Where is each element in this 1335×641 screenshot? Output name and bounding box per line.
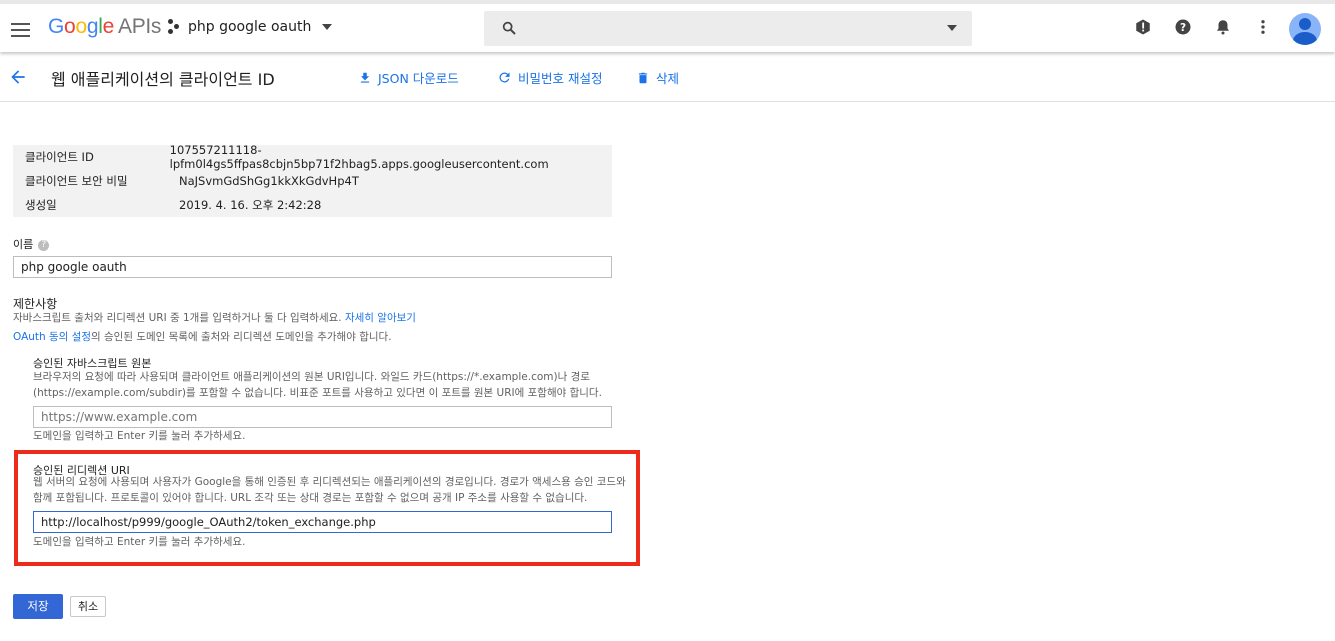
js-origins-hint: 도메인을 입력하고 Enter 키를 눌러 추가하세요. bbox=[33, 430, 246, 442]
info-label: 클라이언트 ID bbox=[25, 150, 94, 164]
more-vert-icon[interactable] bbox=[1254, 18, 1272, 36]
created-value: 2019. 4. 16. 오후 2:42:28 bbox=[179, 198, 322, 212]
oauth-consent-link[interactable]: OAuth 동의 설정 bbox=[13, 331, 91, 343]
feedback-icon[interactable] bbox=[1134, 18, 1152, 36]
name-label-row: 이름? bbox=[13, 236, 50, 252]
info-label: 클라이언트 보안 비밀 bbox=[25, 174, 128, 188]
restrictions-desc: 자바스크립트 출처와 리디렉션 URI 중 1개를 입력하거나 둘 다 입력하세… bbox=[13, 310, 416, 327]
svg-text:?: ? bbox=[1180, 22, 1186, 34]
learn-more-link[interactable]: 자세히 알아보기 bbox=[345, 312, 416, 324]
project-icon bbox=[168, 19, 182, 35]
redirect-hint: 도메인을 입력하고 Enter 키를 눌러 추가하세요. bbox=[33, 536, 246, 548]
delete-label: 삭제 bbox=[656, 71, 680, 86]
chevron-down-icon bbox=[322, 24, 333, 30]
reset-secret-button[interactable]: 비밀번호 재설정 bbox=[497, 68, 602, 87]
search-dropdown-icon[interactable] bbox=[947, 25, 957, 31]
notifications-icon[interactable] bbox=[1214, 18, 1232, 36]
menu-icon[interactable] bbox=[11, 23, 30, 41]
name-input[interactable]: php google oauth bbox=[13, 256, 612, 278]
created-row: 생성일 2019. 4. 16. 오후 2:42:28 bbox=[13, 193, 612, 217]
cancel-button[interactable]: 취소 bbox=[70, 596, 106, 617]
restrictions-desc-text: 자바스크립트 출처와 리디렉션 URI 중 1개를 입력하거나 둘 다 입력하세… bbox=[13, 312, 342, 324]
download-json-label: JSON 다운로드 bbox=[378, 71, 459, 86]
save-button[interactable]: 저장 bbox=[13, 594, 63, 619]
page-header: 웹 애플리케이션의 클라이언트 ID JSON 다운로드 비밀번호 재설정 삭제 bbox=[0, 52, 1335, 102]
client-id-row: 클라이언트 ID 107557211118-lpfm0l4gs5ffpas8cb… bbox=[13, 143, 612, 171]
help-icon[interactable]: ? bbox=[38, 239, 50, 251]
js-origins-desc-1: 브라우저의 요청에 따라 사용되며 클라이언트 애플리케이션의 원본 URI입니… bbox=[33, 371, 590, 383]
name-label: 이름 bbox=[13, 238, 34, 251]
reset-secret-label: 비밀번호 재설정 bbox=[518, 71, 603, 86]
redirect-desc-2: 함께 포함됩니다. 프로토콜이 있어야 합니다. URL 조각 또는 상대 경로… bbox=[33, 492, 588, 504]
back-arrow-icon[interactable] bbox=[8, 67, 28, 87]
top-app-bar: Google APIs php google oauth ? bbox=[0, 0, 1335, 52]
logo-google: Google bbox=[48, 15, 114, 38]
help-icon[interactable]: ? bbox=[1174, 18, 1192, 36]
client-secret-row: 클라이언트 보안 비밀 NaJSvmGdShGg1kkXkGdvHp4T bbox=[13, 169, 612, 193]
client-id-value: 107557211118-lpfm0l4gs5ffpas8cbjn5bp71f2… bbox=[169, 143, 549, 171]
google-apis-logo[interactable]: Google APIs bbox=[48, 15, 161, 39]
search-icon bbox=[502, 21, 516, 35]
client-secret-value: NaJSvmGdShGg1kkXkGdvHp4T bbox=[179, 174, 359, 188]
download-icon bbox=[360, 72, 370, 83]
page-title: 웹 애플리케이션의 클라이언트 ID bbox=[51, 70, 275, 89]
client-info-table: 클라이언트 ID 107557211118-lpfm0l4gs5ffpas8cb… bbox=[13, 143, 612, 217]
js-origin-input[interactable] bbox=[33, 406, 612, 428]
info-label: 생성일 bbox=[25, 198, 57, 212]
account-avatar[interactable] bbox=[1289, 13, 1321, 45]
oauth-note: OAuth 동의 설정의 승인된 도메인 목록에 출처와 리디렉션 도메인을 추… bbox=[13, 329, 392, 346]
oauth-note-text: 의 승인된 도메인 목록에 출처와 리디렉션 도메인을 추가해야 합니다. bbox=[91, 331, 392, 343]
project-selector[interactable]: php google oauth bbox=[168, 19, 333, 35]
redirect-uri-input[interactable]: http://localhost/p999/google_OAuth2/toke… bbox=[33, 511, 612, 533]
js-origins-desc-2: (https://example.com/subdir)를 포함할 수 없습니다… bbox=[33, 387, 602, 399]
search-bar[interactable] bbox=[484, 11, 972, 46]
download-json-button[interactable]: JSON 다운로드 bbox=[358, 68, 459, 87]
redirect-desc-1: 웹 서버의 요청에 사용되며 사용자가 Google을 통해 인증된 후 리디렉… bbox=[33, 476, 626, 488]
refresh-icon bbox=[499, 72, 510, 83]
logo-apis: APIs bbox=[117, 15, 162, 38]
project-name: php google oauth bbox=[188, 19, 312, 35]
trash-icon bbox=[638, 72, 648, 83]
delete-button[interactable]: 삭제 bbox=[636, 68, 679, 87]
